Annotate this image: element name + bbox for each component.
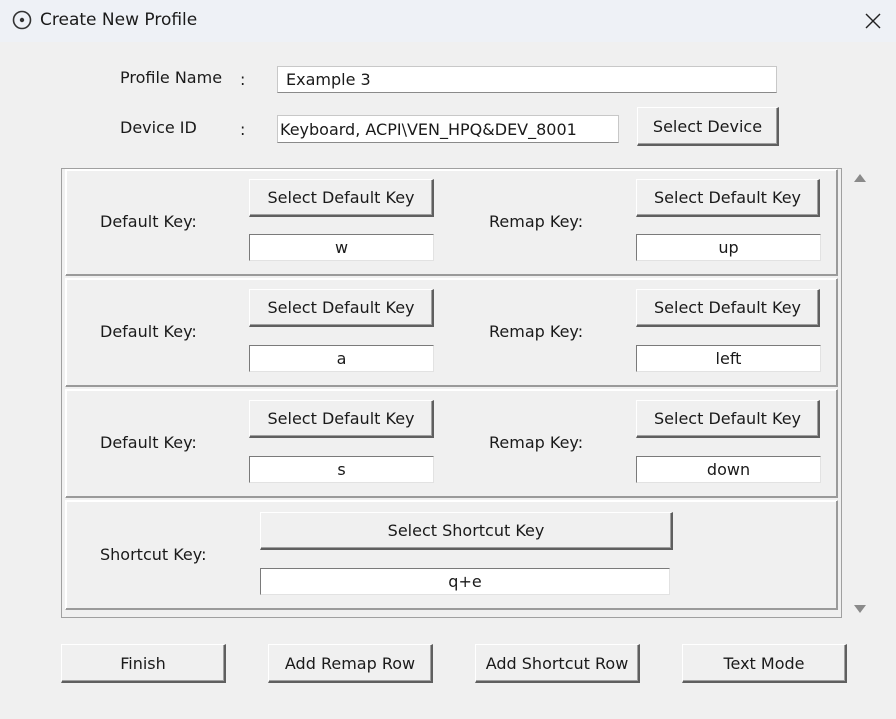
remap-key-label: Remap Key: [489, 212, 584, 231]
default-key-value: a [249, 345, 434, 372]
add-remap-row-button[interactable]: Add Remap Row [268, 644, 433, 683]
select-default-key-button[interactable]: Select Default Key [249, 400, 434, 438]
default-key-value: s [249, 456, 434, 483]
select-shortcut-key-button[interactable]: Select Shortcut Key [260, 512, 673, 550]
close-icon [865, 13, 881, 29]
shortcut-row: Shortcut Key: Select Shortcut Key q+e [65, 500, 838, 610]
select-remap-key-button[interactable]: Select Default Key [636, 179, 820, 217]
device-id-input[interactable] [277, 115, 619, 143]
shortcut-key-value: q+e [260, 568, 670, 595]
triangle-up-icon [854, 174, 866, 182]
remap-rows-panel[interactable]: Default Key: Select Default Key w Remap … [61, 168, 842, 618]
device-id-label: Device ID [120, 118, 197, 137]
title-bar: Create New Profile [0, 0, 896, 42]
scroll-up-button[interactable] [852, 172, 868, 184]
default-key-value: w [249, 234, 434, 261]
select-remap-key-button[interactable]: Select Default Key [636, 400, 820, 438]
select-default-key-button[interactable]: Select Default Key [249, 179, 434, 217]
remap-key-value: up [636, 234, 821, 261]
triangle-down-icon [854, 605, 866, 613]
select-default-key-button[interactable]: Select Default Key [249, 289, 434, 327]
default-key-label: Default Key: [100, 212, 197, 231]
remap-key-value: down [636, 456, 821, 483]
remap-key-label: Remap Key: [489, 433, 584, 452]
profile-name-label: Profile Name [120, 68, 223, 87]
finish-button[interactable]: Finish [61, 644, 226, 683]
profile-name-colon: : [240, 70, 246, 89]
remap-row: Default Key: Select Default Key w Remap … [65, 169, 838, 276]
profile-name-input[interactable] [277, 66, 777, 93]
scroll-down-button[interactable] [852, 603, 868, 615]
close-button[interactable] [850, 0, 896, 42]
default-key-label: Default Key: [100, 322, 197, 341]
remap-key-label: Remap Key: [489, 322, 584, 341]
select-remap-key-button[interactable]: Select Default Key [636, 289, 820, 327]
select-device-button[interactable]: Select Device [637, 107, 779, 146]
disc-icon [12, 10, 32, 30]
remap-row: Default Key: Select Default Key a Remap … [65, 278, 838, 387]
text-mode-button[interactable]: Text Mode [682, 644, 847, 683]
remap-row: Default Key: Select Default Key s Remap … [65, 389, 838, 498]
remap-key-value: left [636, 345, 821, 372]
add-shortcut-row-button[interactable]: Add Shortcut Row [475, 644, 640, 683]
shortcut-key-label: Shortcut Key: [100, 545, 207, 564]
window-title: Create New Profile [40, 10, 198, 30]
default-key-label: Default Key: [100, 433, 197, 452]
device-id-colon: : [240, 120, 246, 139]
